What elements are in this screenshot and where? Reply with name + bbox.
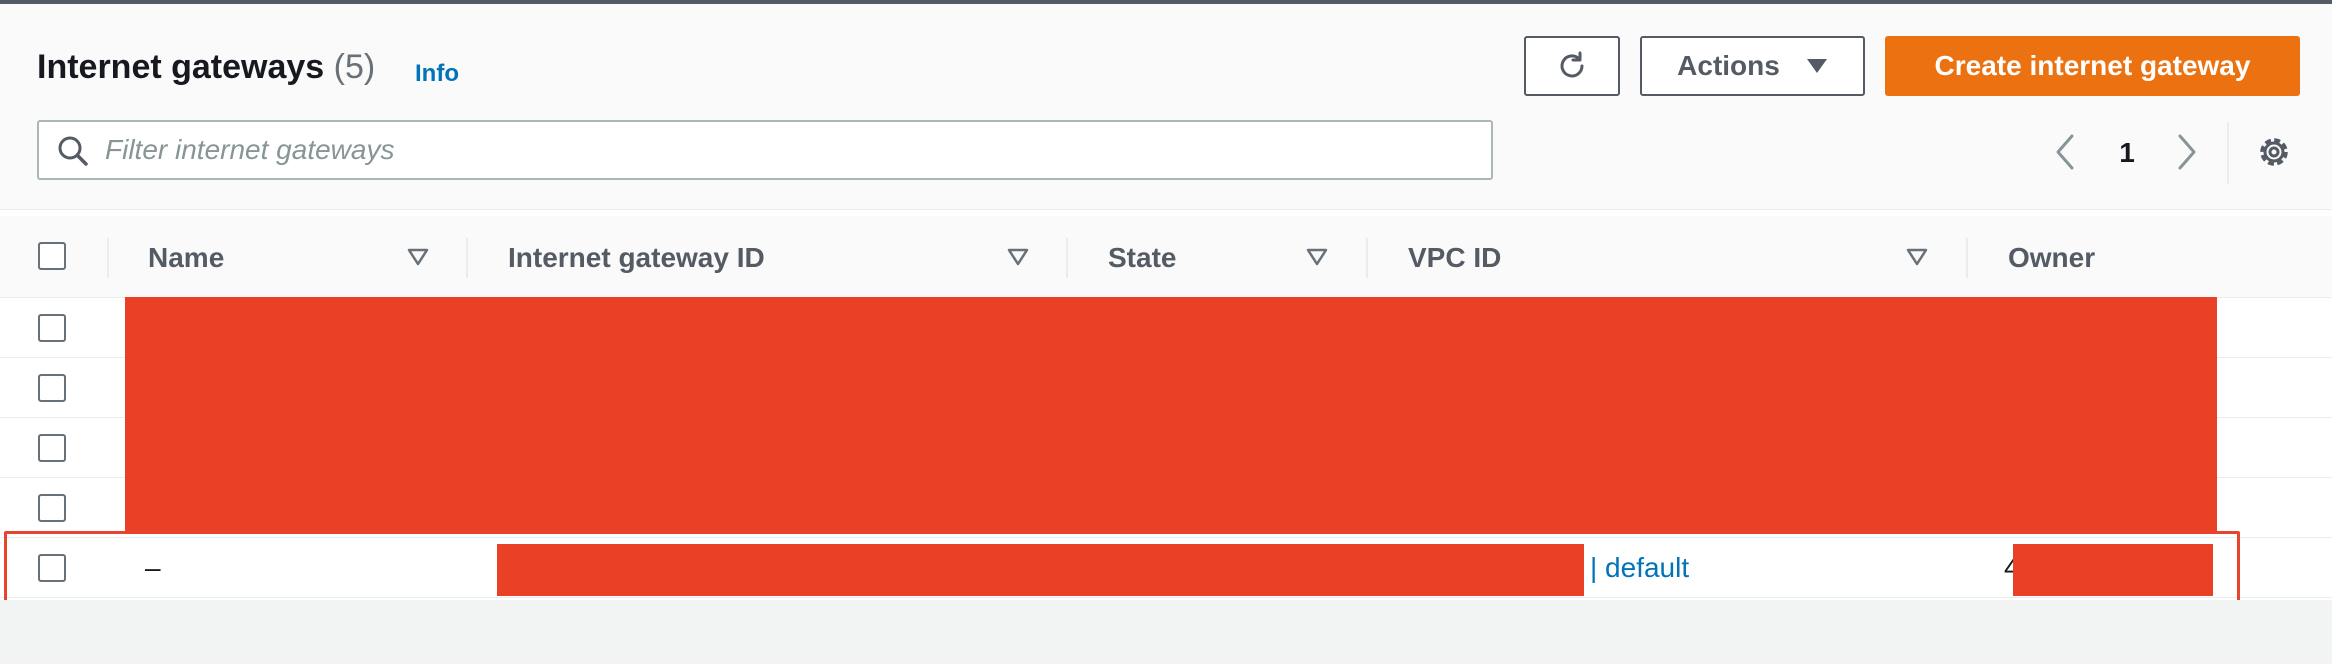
search-input[interactable] xyxy=(105,130,1475,170)
column-divider xyxy=(1066,238,1068,278)
chevron-left-icon[interactable] xyxy=(2052,132,2080,172)
title-count: (5) xyxy=(333,48,376,86)
panel-header: Internet gateways (5) Info Actions Creat… xyxy=(0,4,2332,210)
sort-icon[interactable] xyxy=(1007,248,1029,266)
caret-down-icon xyxy=(1806,59,1827,73)
column-divider xyxy=(107,238,109,278)
actions-label: Actions xyxy=(1677,50,1780,81)
refresh-icon xyxy=(1560,51,1584,78)
column-header-owner[interactable]: Owner xyxy=(2008,242,2095,274)
info-link[interactable]: Info xyxy=(415,60,459,88)
filter-search-box[interactable] xyxy=(37,120,1493,180)
sort-icon[interactable] xyxy=(407,248,429,266)
selected-row-highlight xyxy=(4,531,2240,607)
actions-button[interactable]: Actions xyxy=(1640,36,1865,96)
row-checkbox[interactable] xyxy=(38,434,66,462)
column-header-gateway-id[interactable]: Internet gateway ID xyxy=(508,242,765,274)
pager-divider xyxy=(2227,122,2229,184)
gear-icon[interactable] xyxy=(2256,134,2292,170)
page-footer-area xyxy=(0,600,2332,664)
title-text: Internet gateways xyxy=(37,48,325,86)
sort-icon[interactable] xyxy=(1306,248,1328,266)
page-title: Internet gateways (5) xyxy=(37,48,375,87)
column-divider xyxy=(466,238,468,278)
row-checkbox[interactable] xyxy=(38,374,66,402)
chevron-right-icon[interactable] xyxy=(2172,132,2200,172)
sort-icon[interactable] xyxy=(1906,248,1928,266)
table-header: Name Internet gateway ID State VPC ID Ow… xyxy=(0,216,2332,298)
column-divider xyxy=(1966,238,1968,278)
internet-gateways-panel: Internet gateways (5) Info Actions Creat… xyxy=(0,4,2332,607)
row-checkbox[interactable] xyxy=(38,314,66,342)
column-header-vpc-id[interactable]: VPC ID xyxy=(1408,242,1501,274)
refresh-button[interactable] xyxy=(1524,36,1620,96)
row-checkbox[interactable] xyxy=(38,494,66,522)
redacted-rows-block xyxy=(125,297,2217,533)
search-icon xyxy=(58,136,88,166)
column-header-name[interactable]: Name xyxy=(148,242,224,274)
column-divider xyxy=(1366,238,1368,278)
column-header-state[interactable]: State xyxy=(1108,242,1176,274)
select-all-checkbox[interactable] xyxy=(38,242,66,270)
create-internet-gateway-button[interactable]: Create internet gateway xyxy=(1885,36,2300,96)
page-number[interactable]: 1 xyxy=(2112,137,2142,169)
